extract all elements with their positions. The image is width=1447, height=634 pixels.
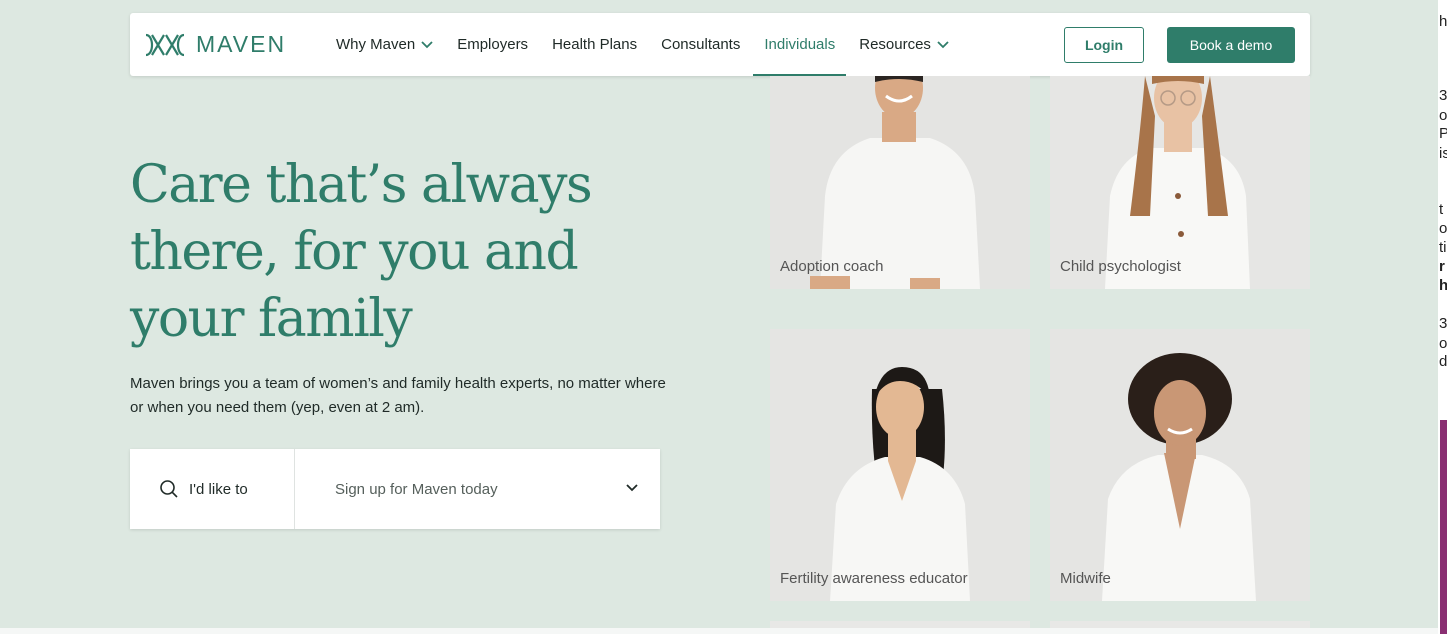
provider-card-adoption-coach[interactable]: Adoption coach — [770, 76, 1030, 289]
nav-item-individuals[interactable]: Individuals — [753, 13, 847, 76]
clipped-text: o — [1439, 335, 1447, 352]
top-navigation: MAVEN Why Maven Employers Health Plans C… — [130, 13, 1310, 76]
nav-item-label: Employers — [457, 36, 529, 53]
clipped-text: 3 — [1439, 315, 1447, 332]
provider-photo — [770, 329, 1030, 601]
chevron-down-icon — [937, 40, 949, 48]
chevron-down-icon — [626, 484, 638, 492]
adjacent-window-edge: h 3 ol P is t ob ti r h 3 o d — [1438, 0, 1447, 634]
hero-headline: Care that’s always there, for you and yo… — [130, 155, 593, 349]
nav-item-consultants[interactable]: Consultants — [661, 13, 740, 76]
provider-role: Adoption coach — [780, 258, 884, 275]
provider-role: Midwife — [1060, 570, 1111, 587]
clipped-text: r — [1439, 258, 1445, 275]
nav-item-why-maven[interactable]: Why Maven — [336, 13, 433, 76]
nav-item-label: Health Plans — [552, 36, 638, 53]
book-demo-button[interactable]: Book a demo — [1167, 27, 1295, 63]
nav-item-label: Individuals — [764, 36, 836, 53]
login-button[interactable]: Login — [1064, 27, 1144, 63]
maven-logo[interactable]: MAVEN — [144, 31, 286, 58]
intent-prefix-label: I'd like to — [189, 480, 248, 498]
provider-role: Child psychologist — [1060, 258, 1181, 275]
maven-logo-icon — [145, 33, 185, 56]
clipped-text: 3 — [1439, 87, 1447, 104]
search-icon — [160, 480, 178, 498]
hero-subtext: Maven brings you a team of women’s and f… — [130, 375, 666, 416]
clipped-text: ol — [1439, 107, 1447, 124]
provider-card-midwife[interactable]: Midwife — [1050, 329, 1310, 601]
clipped-text: h — [1439, 13, 1447, 30]
chevron-down-icon — [421, 40, 433, 48]
provider-card-fertility-awareness-educator[interactable]: Fertility awareness educator — [770, 329, 1030, 601]
adjacent-window-accent — [1440, 420, 1447, 634]
clipped-text: ob — [1439, 220, 1447, 237]
clipped-text: is — [1439, 145, 1447, 162]
nav-item-health-plans[interactable]: Health Plans — [552, 13, 637, 76]
nav-item-label: Why Maven — [336, 36, 416, 53]
provider-card-child-psychologist[interactable]: Child psychologist — [1050, 76, 1310, 289]
logo-wordmark: MAVEN — [196, 31, 287, 57]
nav-item-label: Consultants — [661, 36, 741, 53]
intent-selector: I'd like to Sign up for Maven today — [130, 449, 660, 529]
nav-item-resources[interactable]: Resources — [859, 13, 949, 76]
intent-selector-prefix: I'd like to — [130, 449, 295, 529]
clipped-text: ti — [1439, 239, 1447, 256]
nav-links: Why Maven Employers Health Plans Consult… — [336, 13, 973, 76]
provider-role: Fertility awareness educator — [780, 570, 968, 587]
nav-item-employers[interactable]: Employers — [457, 13, 528, 76]
clipped-text: t — [1439, 201, 1444, 218]
page-bottom-band — [0, 628, 1438, 634]
nav-item-label: Resources — [859, 36, 931, 53]
provider-photo — [1050, 329, 1310, 601]
clipped-text: h — [1439, 277, 1447, 294]
intent-dropdown[interactable]: Sign up for Maven today — [295, 449, 660, 529]
clipped-text: d — [1439, 353, 1447, 370]
intent-selected-value: Sign up for Maven today — [335, 480, 498, 498]
clipped-text: P — [1439, 125, 1447, 142]
